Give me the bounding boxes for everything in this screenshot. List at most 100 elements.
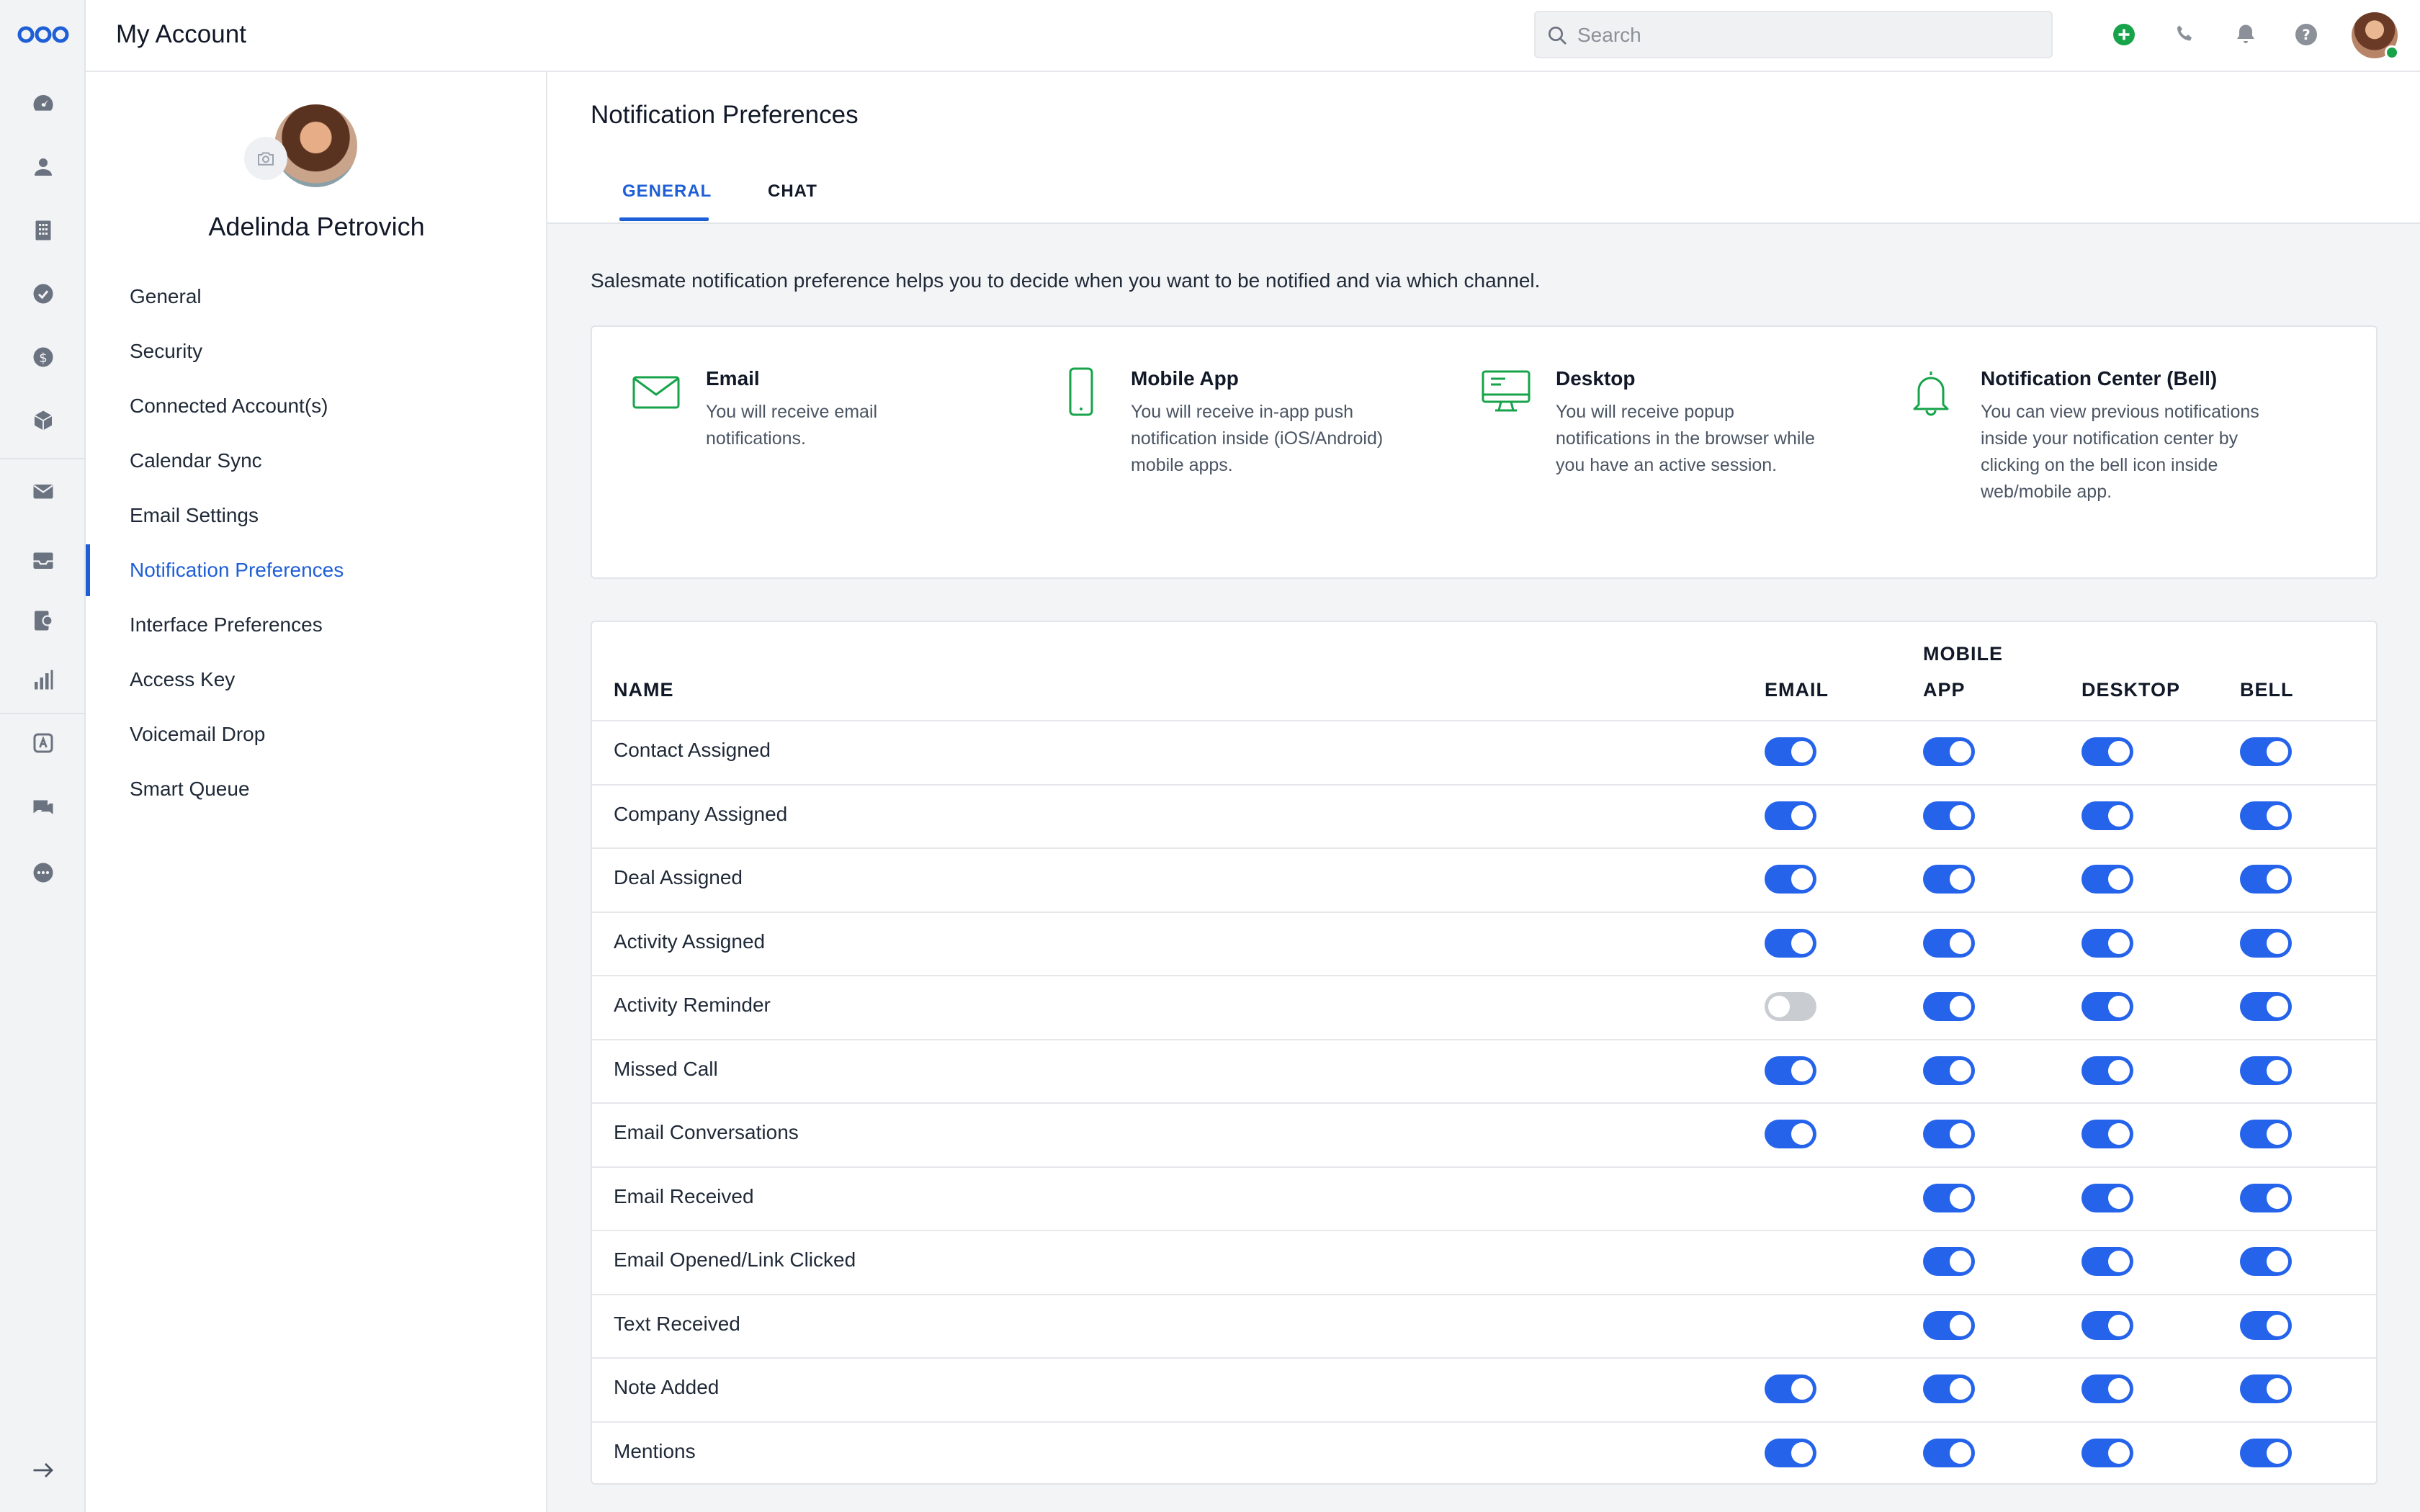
menu-item-general[interactable]: General <box>86 281 547 336</box>
bell-toggle[interactable] <box>2240 1056 2292 1085</box>
menu-item-smart-queue[interactable]: Smart Queue <box>86 773 547 828</box>
companies-icon[interactable] <box>29 216 58 245</box>
chat-icon[interactable] <box>29 793 58 822</box>
bell-toggle[interactable] <box>2240 737 2292 766</box>
user-avatar[interactable] <box>2352 12 2399 60</box>
expand-icon[interactable] <box>29 1456 58 1485</box>
bell-toggle[interactable] <box>2240 1183 2292 1212</box>
desktop-toggle[interactable] <box>2081 1247 2133 1276</box>
channel-cards: Email You will receive email notificatio… <box>591 325 2378 579</box>
tasks-icon[interactable] <box>29 279 58 308</box>
bell-toggle[interactable] <box>2240 928 2292 958</box>
menu-item-calendar-sync[interactable]: Calendar Sync <box>86 445 547 500</box>
bell-toggle[interactable] <box>2240 1310 2292 1340</box>
tab-chat[interactable]: CHAT <box>768 181 817 202</box>
profile-name: Adelinda Petrovich <box>208 212 425 241</box>
bell-toggle[interactable] <box>2240 1374 2292 1403</box>
menu-item-interface-preferences[interactable]: Interface Preferences <box>86 609 547 664</box>
menu-item-notification-preferences[interactable]: Notification Preferences <box>86 544 547 609</box>
automation-icon[interactable] <box>29 729 58 757</box>
table-header: NAME EMAIL MOBILE APP DESKTOP BELL <box>592 622 2376 721</box>
more-icon[interactable] <box>29 858 58 887</box>
desktop-toggle[interactable] <box>2081 1374 2133 1403</box>
mobile-toggle[interactable] <box>1923 1247 1975 1276</box>
notification-name: Company Assigned <box>614 802 788 825</box>
mobile-toggle[interactable] <box>1923 801 1975 830</box>
mobile-toggle[interactable] <box>1923 928 1975 958</box>
mobile-toggle[interactable] <box>1923 1374 1975 1403</box>
mobile-toggle[interactable] <box>1923 1056 1975 1085</box>
reports-icon[interactable] <box>29 665 58 694</box>
mobile-toggle[interactable] <box>1923 1183 1975 1212</box>
desktop-toggle[interactable] <box>2081 1120 2133 1148</box>
search-input[interactable] <box>1577 19 2038 51</box>
deals-icon[interactable]: $ <box>29 343 58 372</box>
app-rail: $ <box>0 0 86 1512</box>
mobile-toggle[interactable] <box>1923 865 1975 894</box>
bell-toggle[interactable] <box>2240 801 2292 830</box>
desktop-toggle[interactable] <box>2081 865 2133 894</box>
tab-general[interactable]: GENERAL <box>622 181 712 202</box>
dashboard-icon[interactable] <box>29 89 58 118</box>
account-menu: General Security Connected Account(s) Ca… <box>86 281 547 828</box>
desktop-toggle[interactable] <box>2081 737 2133 766</box>
page-title: Notification Preferences <box>591 101 859 129</box>
email-toggle[interactable] <box>1765 801 1816 830</box>
desktop-toggle[interactable] <box>2081 1056 2133 1085</box>
salesmate-logo-icon[interactable] <box>17 20 69 49</box>
desktop-toggle[interactable] <box>2081 1183 2133 1212</box>
bell-toggle[interactable] <box>2240 992 2292 1021</box>
mobile-toggle[interactable] <box>1923 992 1975 1021</box>
phone-icon[interactable] <box>2172 22 2198 48</box>
email-toggle[interactable] <box>1765 928 1816 958</box>
email-toggle[interactable] <box>1765 1438 1816 1467</box>
bell-toggle[interactable] <box>2240 1247 2292 1276</box>
column-header-mobile: MOBILE <box>1923 643 2003 665</box>
mobile-toggle[interactable] <box>1923 1120 1975 1148</box>
email-toggle[interactable] <box>1765 992 1816 1021</box>
notification-name: Email Conversations <box>614 1121 799 1143</box>
change-photo-button[interactable] <box>244 137 287 180</box>
mobile-toggle[interactable] <box>1923 1438 1975 1467</box>
email-toggle[interactable] <box>1765 1374 1816 1403</box>
desktop-toggle[interactable] <box>2081 928 2133 958</box>
add-icon[interactable] <box>2111 22 2137 48</box>
channel-title: Mobile App <box>1131 367 1239 390</box>
bell-icon[interactable] <box>2233 22 2259 48</box>
bell-toggle[interactable] <box>2240 1120 2292 1148</box>
email-toggle[interactable] <box>1765 865 1816 894</box>
products-icon[interactable] <box>29 406 58 435</box>
desktop-toggle[interactable] <box>2081 992 2133 1021</box>
mobile-toggle[interactable] <box>1923 737 1975 766</box>
menu-item-connected-accounts[interactable]: Connected Account(s) <box>86 390 547 445</box>
mobile-toggle[interactable] <box>1923 1310 1975 1340</box>
email-icon[interactable] <box>29 477 58 505</box>
notification-name: Email Opened/Link Clicked <box>614 1248 856 1271</box>
search-box[interactable] <box>1534 11 2053 58</box>
email-toggle[interactable] <box>1765 737 1816 766</box>
desktop-toggle[interactable] <box>2081 801 2133 830</box>
desktop-toggle[interactable] <box>2081 1438 2133 1467</box>
help-icon[interactable]: ? <box>2293 22 2319 48</box>
sequences-icon[interactable] <box>29 606 58 635</box>
email-toggle[interactable] <box>1765 1120 1816 1148</box>
menu-item-voicemail-drop[interactable]: Voicemail Drop <box>86 719 547 773</box>
top-bar: My Account ? <box>86 0 2420 72</box>
notification-name: Contact Assigned <box>614 739 771 761</box>
table-row: Mentions <box>592 1423 2376 1484</box>
notification-name: Text Received <box>614 1312 740 1335</box>
column-header-mobile-app: APP <box>1923 679 1966 701</box>
menu-item-email-settings[interactable]: Email Settings <box>86 500 547 554</box>
column-header-name: NAME <box>614 679 674 701</box>
bell-toggle[interactable] <box>2240 1438 2292 1467</box>
table-row: Email Received <box>592 1168 2376 1231</box>
contacts-icon[interactable] <box>29 153 58 181</box>
inbox-icon[interactable] <box>29 546 58 575</box>
menu-item-access-key[interactable]: Access Key <box>86 664 547 719</box>
bell-toggle[interactable] <box>2240 865 2292 894</box>
table-row: Contact Assigned <box>592 721 2376 786</box>
active-tab-indicator <box>619 217 709 221</box>
email-toggle[interactable] <box>1765 1056 1816 1085</box>
desktop-toggle[interactable] <box>2081 1310 2133 1340</box>
menu-item-security[interactable]: Security <box>86 336 547 390</box>
